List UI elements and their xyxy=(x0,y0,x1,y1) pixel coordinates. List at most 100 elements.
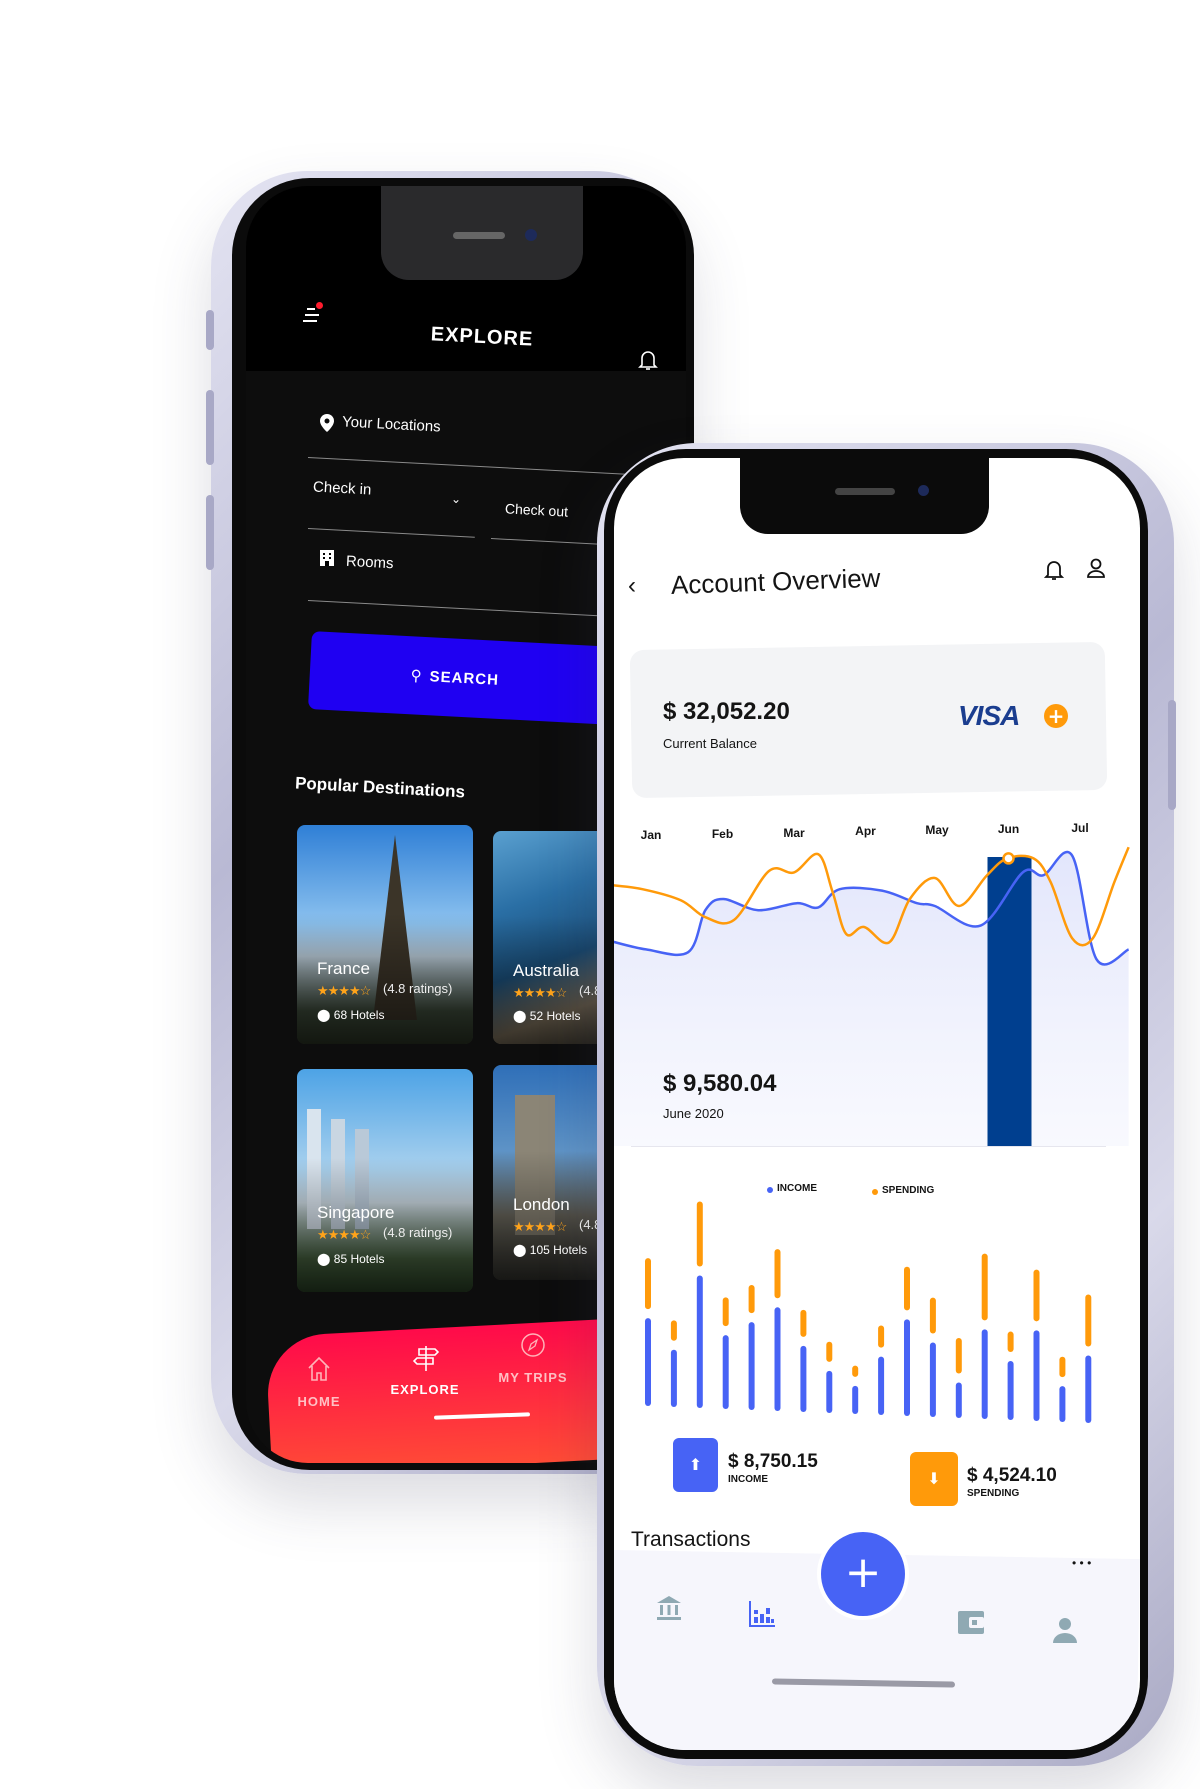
destination-name: London xyxy=(513,1195,570,1214)
hotel-count: ⬤ 85 Hotels xyxy=(317,1252,384,1266)
nav-my-trips[interactable]: MY TRIPS xyxy=(498,1332,567,1392)
spending-bar xyxy=(1007,1331,1014,1352)
bar-chart xyxy=(645,1201,1092,1423)
location-pin-icon: ⬤ xyxy=(513,1243,527,1257)
spending-bar xyxy=(826,1341,833,1362)
selected-period: June 2020 xyxy=(663,1106,724,1121)
nav-label: HOME xyxy=(297,1394,341,1409)
spending-bar xyxy=(1059,1356,1066,1378)
notification-dot xyxy=(316,302,323,309)
hotel-count-text: 68 Hotels xyxy=(333,1008,385,1022)
nav-explore[interactable]: EXPLORE xyxy=(390,1344,459,1404)
income-label: INCOME xyxy=(728,1474,768,1485)
income-bar xyxy=(826,1370,833,1413)
chevron-down-icon[interactable]: ⌄ xyxy=(451,492,461,506)
income-bar xyxy=(670,1349,677,1407)
hotel-count-text: 85 Hotels xyxy=(333,1252,385,1266)
plus-icon: + xyxy=(821,1532,905,1616)
income-bar xyxy=(722,1335,729,1409)
side-button xyxy=(206,390,214,465)
check-out-field[interactable]: Check out xyxy=(505,500,569,519)
nav-home[interactable]: HOME xyxy=(289,1356,349,1416)
bank-icon[interactable] xyxy=(656,1595,682,1621)
add-transaction-button[interactable]: + xyxy=(817,1528,909,1620)
more-options-button[interactable]: • • • xyxy=(1072,1556,1091,1570)
selected-point-marker[interactable] xyxy=(1002,852,1015,865)
notch xyxy=(381,186,583,280)
location-pin-icon xyxy=(320,414,334,432)
location-pin-icon: ⬤ xyxy=(317,1252,331,1266)
check-in-field[interactable]: Check in xyxy=(313,478,372,498)
spending-amount: $ 4,524.10 xyxy=(967,1465,1057,1486)
location-pin-icon: ⬤ xyxy=(317,1008,331,1022)
nav-label: MY TRIPS xyxy=(498,1370,568,1385)
transactions-title: Transactions xyxy=(631,1528,751,1551)
hotel-count: ⬤ 68 Hotels xyxy=(317,1008,384,1022)
spending-bar xyxy=(878,1325,885,1348)
star-rating: ★★★★☆ xyxy=(317,983,371,998)
star-rating: ★★★★☆ xyxy=(513,1219,567,1234)
destination-card-singapore[interactable]: Singapore ★★★★☆ (4.8 ratings) ⬤ 85 Hotel… xyxy=(297,1069,473,1292)
spending-bar xyxy=(748,1285,755,1314)
spending-bar xyxy=(1033,1269,1040,1322)
speaker xyxy=(453,232,505,239)
camera xyxy=(525,229,537,241)
rooms-field[interactable]: Rooms xyxy=(346,553,394,572)
income-area xyxy=(614,852,1129,1146)
destination-name: France xyxy=(317,959,370,978)
spending-bar xyxy=(800,1309,807,1337)
destination-name: Singapore xyxy=(317,1203,395,1222)
income-bar xyxy=(878,1356,885,1415)
home-icon xyxy=(308,1356,330,1381)
section-title: Popular Destinations xyxy=(294,773,466,802)
spending-bar xyxy=(1085,1294,1092,1347)
divider xyxy=(631,1146,1106,1147)
hotel-count-text: 52 Hotels xyxy=(529,1009,581,1023)
spending-label: SPENDING xyxy=(967,1488,1020,1499)
wallet-icon[interactable] xyxy=(957,1608,985,1636)
rating-text: (4.8 ratings) xyxy=(383,981,453,996)
spending-bar xyxy=(955,1337,962,1374)
side-button xyxy=(206,495,214,570)
income-bar xyxy=(645,1318,651,1406)
location-pin-icon: ⬤ xyxy=(513,1009,527,1023)
nav-label: EXPLORE xyxy=(390,1382,460,1397)
selected-amount: $ 9,580.04 xyxy=(663,1070,777,1097)
hotel-count: ⬤ 105 Hotels xyxy=(513,1243,587,1257)
income-bar xyxy=(748,1322,755,1410)
spending-bar xyxy=(929,1297,936,1334)
compass-icon xyxy=(521,1333,545,1357)
income-bar xyxy=(1033,1330,1040,1421)
destination-card-france[interactable]: France ★★★★☆ (4.8 ratings) ⬤ 68 Hotels xyxy=(297,825,473,1044)
menu-icon[interactable] xyxy=(303,302,323,324)
spending-bar xyxy=(645,1258,651,1310)
building-icon xyxy=(320,550,334,566)
bell-icon[interactable] xyxy=(638,348,658,372)
income-bar xyxy=(929,1342,936,1417)
income-icon-box: ⬆ xyxy=(673,1438,718,1492)
spending-bar xyxy=(722,1297,729,1327)
spending-bar xyxy=(852,1365,859,1377)
line-chart xyxy=(614,846,1130,1146)
spending-bar xyxy=(670,1320,677,1341)
location-input[interactable]: Your Locations xyxy=(342,413,441,435)
rating-text: (4.8 ratings) xyxy=(383,1225,453,1240)
side-button xyxy=(206,310,214,350)
bar-chart-icon[interactable] xyxy=(748,1600,776,1628)
selected-month-bar[interactable] xyxy=(987,857,1032,1146)
finance-screen: ‹ Account Overview $ 32,052.20 Current B… xyxy=(614,458,1140,1750)
arrow-down-icon: ⬇ xyxy=(927,1469,941,1488)
income-amount: $ 8,750.15 xyxy=(728,1451,818,1472)
search-icon: ⚲ xyxy=(410,667,423,685)
star-rating: ★★★★☆ xyxy=(513,985,567,1000)
hotel-count: ⬤ 52 Hotels xyxy=(513,1009,580,1023)
user-icon[interactable] xyxy=(1052,1616,1078,1644)
star-rating: ★★★★☆ xyxy=(317,1227,371,1242)
destination-name: Australia xyxy=(513,961,580,980)
spending-bar xyxy=(774,1249,781,1299)
income-bar xyxy=(981,1329,988,1419)
income-bar xyxy=(774,1307,781,1411)
hotel-count-text: 105 Hotels xyxy=(529,1243,588,1257)
divider xyxy=(307,528,475,538)
signpost-icon xyxy=(413,1346,439,1371)
